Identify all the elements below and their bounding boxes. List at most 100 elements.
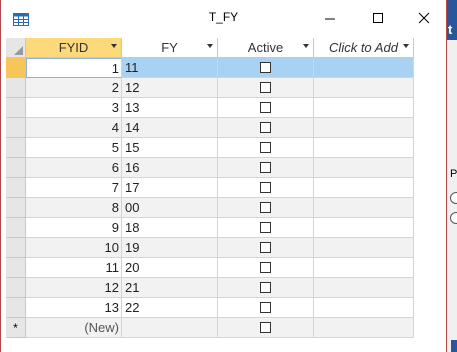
add-column-cell[interactable] xyxy=(314,98,414,118)
background-radio-button[interactable] xyxy=(450,192,457,204)
add-column-cell[interactable] xyxy=(314,198,414,218)
fyid-cell[interactable]: 5 xyxy=(26,138,122,158)
add-column-cell[interactable] xyxy=(314,258,414,278)
fyid-cell[interactable]: (New) xyxy=(26,318,122,338)
record-selector[interactable] xyxy=(6,238,26,258)
select-all-button[interactable] xyxy=(6,38,26,58)
fy-cell[interactable]: 11 xyxy=(122,58,218,78)
active-cell[interactable] xyxy=(218,218,314,238)
table-row[interactable]: 7 17 xyxy=(6,178,414,198)
fyid-cell[interactable]: 8 xyxy=(26,198,122,218)
close-button[interactable] xyxy=(409,6,439,30)
new-record-row[interactable]: * (New) xyxy=(6,318,414,338)
fy-cell[interactable]: 16 xyxy=(122,158,218,178)
fy-cell[interactable]: 18 xyxy=(122,218,218,238)
record-selector[interactable] xyxy=(6,58,26,78)
new-record-marker[interactable]: * xyxy=(6,318,26,338)
active-checkbox[interactable] xyxy=(260,182,271,193)
active-checkbox[interactable] xyxy=(260,82,271,93)
fyid-cell[interactable]: 6 xyxy=(26,158,122,178)
table-row[interactable]: 13 22 xyxy=(6,298,414,318)
add-column-cell[interactable] xyxy=(314,118,414,138)
add-column-cell[interactable] xyxy=(314,158,414,178)
active-cell[interactable] xyxy=(218,58,314,78)
fyid-cell[interactable]: 4 xyxy=(26,118,122,138)
active-checkbox[interactable] xyxy=(260,222,271,233)
active-cell[interactable] xyxy=(218,318,314,338)
fy-cell[interactable]: 21 xyxy=(122,278,218,298)
maximize-button[interactable] xyxy=(363,6,393,30)
column-header-click-to-add[interactable]: Click to Add xyxy=(314,38,414,58)
active-checkbox[interactable] xyxy=(260,262,271,273)
dropdown-arrow-icon[interactable] xyxy=(111,44,117,48)
fyid-cell[interactable]: 9 xyxy=(26,218,122,238)
active-checkbox[interactable] xyxy=(260,242,271,253)
record-selector[interactable] xyxy=(6,98,26,118)
active-checkbox[interactable] xyxy=(260,282,271,293)
column-header-fy[interactable]: FY xyxy=(122,38,218,58)
active-checkbox[interactable] xyxy=(260,302,271,313)
active-checkbox[interactable] xyxy=(260,62,271,73)
table-row[interactable]: 6 16 xyxy=(6,158,414,178)
dropdown-arrow-icon[interactable] xyxy=(403,44,409,48)
add-column-cell[interactable] xyxy=(314,278,414,298)
table-row[interactable]: 10 19 xyxy=(6,238,414,258)
title-bar[interactable]: T_FY xyxy=(1,0,446,36)
record-selector[interactable] xyxy=(6,78,26,98)
add-column-cell[interactable] xyxy=(314,298,414,318)
fy-cell[interactable]: 00 xyxy=(122,198,218,218)
fyid-cell[interactable]: 3 xyxy=(26,98,122,118)
active-cell[interactable] xyxy=(218,158,314,178)
active-cell[interactable] xyxy=(218,258,314,278)
fy-cell[interactable]: 12 xyxy=(122,78,218,98)
active-cell[interactable] xyxy=(218,278,314,298)
fy-cell[interactable]: 13 xyxy=(122,98,218,118)
column-header-active[interactable]: Active xyxy=(218,38,314,58)
record-selector[interactable] xyxy=(6,118,26,138)
minimize-button[interactable] xyxy=(315,6,345,30)
table-row[interactable]: 11 20 xyxy=(6,258,414,278)
add-column-cell[interactable] xyxy=(314,78,414,98)
record-selector[interactable] xyxy=(6,138,26,158)
active-cell[interactable] xyxy=(218,78,314,98)
fy-cell[interactable]: 15 xyxy=(122,138,218,158)
fyid-cell[interactable]: 2 xyxy=(26,78,122,98)
add-column-cell[interactable] xyxy=(314,318,414,338)
table-row[interactable]: 8 00 xyxy=(6,198,414,218)
fy-cell[interactable] xyxy=(122,318,218,338)
table-row[interactable]: 5 15 xyxy=(6,138,414,158)
active-cell[interactable] xyxy=(218,118,314,138)
fyid-cell[interactable]: 7 xyxy=(26,178,122,198)
fyid-cell[interactable]: 10 xyxy=(26,238,122,258)
fy-cell[interactable]: 17 xyxy=(122,178,218,198)
add-column-cell[interactable] xyxy=(314,138,414,158)
table-row[interactable]: 1 11 xyxy=(6,58,414,78)
record-selector[interactable] xyxy=(6,178,26,198)
active-cell[interactable] xyxy=(218,298,314,318)
fy-cell[interactable]: 20 xyxy=(122,258,218,278)
table-row[interactable]: 2 12 xyxy=(6,78,414,98)
record-selector[interactable] xyxy=(6,218,26,238)
fyid-cell[interactable]: 12 xyxy=(26,278,122,298)
table-row[interactable]: 3 13 xyxy=(6,98,414,118)
active-cell[interactable] xyxy=(218,98,314,118)
table-row[interactable]: 9 18 xyxy=(6,218,414,238)
column-header-fyid[interactable]: FYID xyxy=(26,38,122,58)
record-selector[interactable] xyxy=(6,298,26,318)
table-row[interactable]: 12 21 xyxy=(6,278,414,298)
add-column-cell[interactable] xyxy=(314,218,414,238)
fyid-cell[interactable]: 13 xyxy=(26,298,122,318)
record-selector[interactable] xyxy=(6,198,26,218)
record-selector[interactable] xyxy=(6,278,26,298)
active-checkbox[interactable] xyxy=(260,202,271,213)
table-row[interactable]: 4 14 xyxy=(6,118,414,138)
fy-cell[interactable]: 19 xyxy=(122,238,218,258)
add-column-cell[interactable] xyxy=(314,178,414,198)
fy-cell[interactable]: 14 xyxy=(122,118,218,138)
background-radio-button[interactable] xyxy=(450,212,457,224)
add-column-cell[interactable] xyxy=(314,238,414,258)
record-selector[interactable] xyxy=(6,258,26,278)
add-column-cell[interactable] xyxy=(314,58,414,78)
fy-cell[interactable]: 22 xyxy=(122,298,218,318)
active-checkbox[interactable] xyxy=(260,322,271,333)
